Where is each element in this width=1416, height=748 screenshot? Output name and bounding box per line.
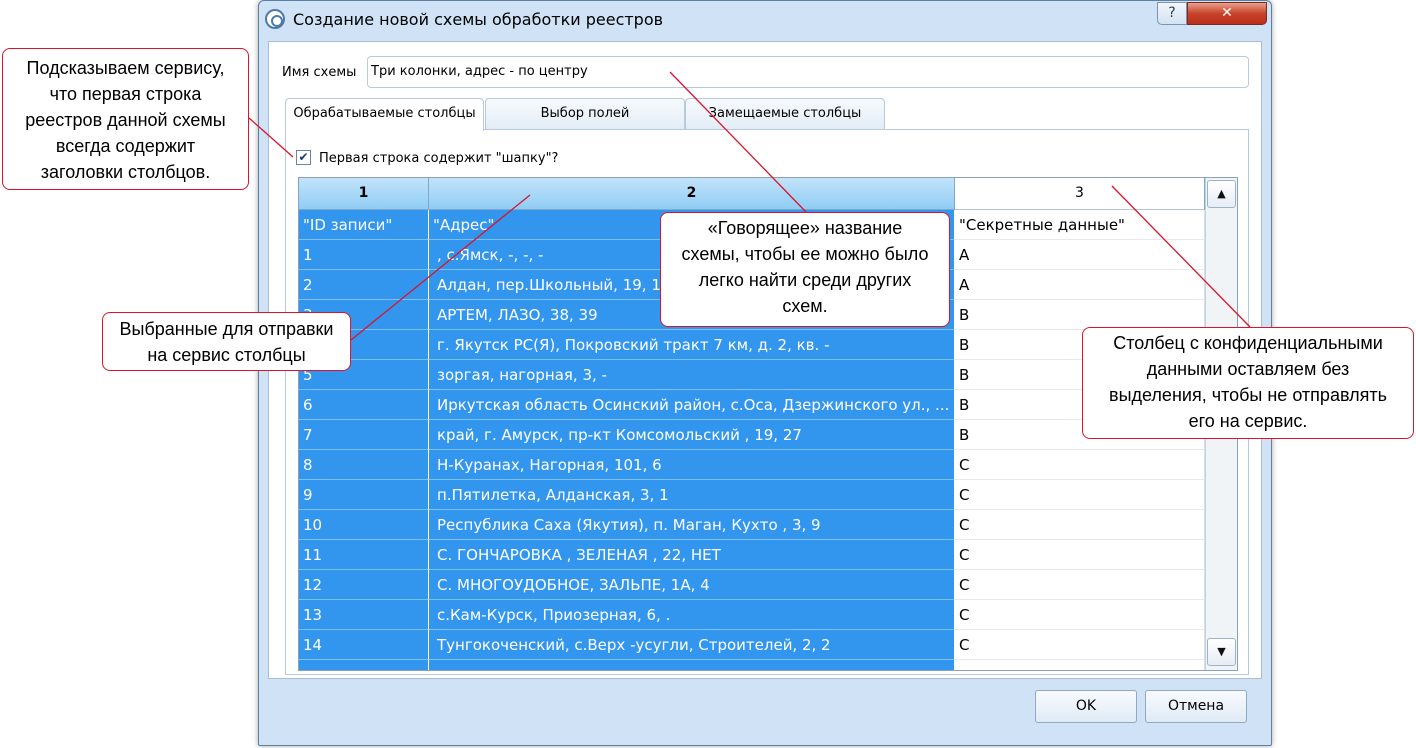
- close-icon: ✕: [1221, 5, 1233, 21]
- callout-confidential-column: Столбец с конфиденциальными данными оста…: [1082, 327, 1414, 439]
- table-row[interactable]: 9 п.Пятилетка, Алданская, 3, 1C: [299, 480, 1205, 510]
- column-header-1[interactable]: 1: [299, 178, 429, 210]
- callout-line: на сервис столбцы: [147, 345, 306, 365]
- callout-speaking-name: «Говорящее» название схемы, чтобы ее мож…: [660, 212, 950, 327]
- table-row[interactable]: 11 С. ГОНЧАРОВКА , ЗЕЛЕНАЯ , 22, НЕТ C: [299, 540, 1205, 570]
- callout-line: выделения, чтобы не отправлять: [1109, 385, 1387, 405]
- scroll-up-button[interactable]: ▲: [1207, 180, 1236, 208]
- grid-cell-col-2[interactable]: Иркутская область Осинский район, с.Оса,…: [429, 390, 955, 420]
- arrow-up-icon: ▲: [1217, 187, 1226, 200]
- header-row-checkbox[interactable]: ✔: [296, 150, 311, 165]
- grid-cell-col-3[interactable]: C: [955, 630, 1205, 660]
- arrow-down-icon: ▼: [1217, 645, 1226, 658]
- grid-cell-col-1[interactable]: 12: [299, 570, 429, 600]
- grid-cell-col-3[interactable]: A: [955, 240, 1205, 270]
- table-row[interactable]: 4г. Якутск РС(Я), Покровский тракт 7 км,…: [299, 330, 1205, 360]
- grid-cell-col-2[interactable]: п.Пятилетка, Алданская, 3, 1: [429, 480, 955, 510]
- grid-cell-col-1[interactable]: 13: [299, 600, 429, 630]
- grid-cell-col-2[interactable]: г. Якутск РС(Я), Покровский тракт 7 км, …: [429, 330, 955, 360]
- grid-cell-col-3[interactable]: C: [955, 600, 1205, 630]
- grid-cell-col-2[interactable]: Республика Саха (Якутия), п. Маган, Кухт…: [429, 510, 955, 540]
- callout-line: схемы, чтобы ее можно было: [681, 244, 929, 264]
- table-row[interactable]: 6 Иркутская область Осинский район, с.Оса…: [299, 390, 1205, 420]
- grid-cell-col-1[interactable]: 10: [299, 510, 429, 540]
- grid-cell-col-2[interactable]: С. ГОНЧАРОВКА , ЗЕЛЕНАЯ , 22, НЕТ: [429, 540, 955, 570]
- grid-cell-col-3[interactable]: C: [955, 480, 1205, 510]
- table-row[interactable]: 10 Республика Саха (Якутия), п. Маган, Ку…: [299, 510, 1205, 540]
- callout-line: что первая строка: [49, 84, 202, 104]
- checkmark-icon: ✔: [298, 150, 309, 164]
- callout-header-hint: Подсказываем сервису, что первая строка …: [2, 48, 249, 190]
- close-button[interactable]: ✕: [1187, 2, 1267, 25]
- grid-cell-col-2[interactable]: [429, 660, 955, 670]
- grid-cell-col-1[interactable]: 8: [299, 450, 429, 480]
- grid-cell-col-1[interactable]: 7: [299, 420, 429, 450]
- grid-cell-col-3[interactable]: [955, 660, 1205, 670]
- grid-cell-col-3[interactable]: "Секретные данные": [955, 210, 1205, 240]
- grid-cell-col-1[interactable]: 11: [299, 540, 429, 570]
- callout-line: его на сервис.: [1188, 411, 1308, 431]
- tab-field-selection[interactable]: Выбор полей: [485, 98, 685, 130]
- callout-line: Подсказываем сервису,: [26, 58, 225, 78]
- callout-line: заголовки столбцов.: [40, 162, 211, 182]
- app-logo-icon: [265, 9, 285, 29]
- grid-cell-col-2[interactable]: с.Кам-Курск, Приозерная, 6, .: [429, 600, 955, 630]
- column-header-3[interactable]: 3: [955, 178, 1205, 210]
- column-header-2[interactable]: 2: [429, 178, 955, 210]
- scroll-down-button[interactable]: ▼: [1207, 638, 1236, 666]
- table-row[interactable]: 5 зоргая, нагорная, 3, -B: [299, 360, 1205, 390]
- grid-cell-col-1[interactable]: "ID записи": [299, 210, 429, 240]
- ok-button[interactable]: OK: [1035, 690, 1137, 723]
- callout-line: Столбец с конфиденциальными: [1113, 333, 1383, 353]
- grid-cell-col-2[interactable]: Тунгокоченский, с.Верх -усугли, Строител…: [429, 630, 955, 660]
- callout-line: Выбранные для отправки: [119, 319, 334, 339]
- grid-cell-col-1[interactable]: 9: [299, 480, 429, 510]
- scheme-name-input[interactable]: Три колонки, адрес - по центру: [367, 56, 1249, 88]
- scheme-name-label: Имя схемы: [282, 65, 357, 80]
- tab-replaced-columns[interactable]: Замещаемые столбцы: [685, 98, 885, 130]
- grid-cell-col-1[interactable]: 14: [299, 630, 429, 660]
- table-row[interactable]: 13 с.Кам-Курск, Приозерная, 6, .C: [299, 600, 1205, 630]
- callout-line: «Говорящее» название: [707, 218, 903, 238]
- table-row[interactable]: 7 край, г. Амурск, пр-кт Комсомольский , …: [299, 420, 1205, 450]
- grid-cell-col-3[interactable]: A: [955, 270, 1205, 300]
- grid-cell-col-2[interactable]: зоргая, нагорная, 3, -: [429, 360, 955, 390]
- table-row[interactable]: 14 Тунгокоченский, с.Верх -усугли, Строит…: [299, 630, 1205, 660]
- grid-cell-col-2[interactable]: край, г. Амурск, пр-кт Комсомольский , 1…: [429, 420, 955, 450]
- grid-cell-col-2[interactable]: Н-Куранах, Нагорная, 101, 6: [429, 450, 955, 480]
- callout-line: реестров данной схемы: [25, 110, 226, 130]
- dialog-footer: OK Отмена: [259, 681, 1271, 741]
- callout-line: данными оставляем без: [1146, 359, 1350, 379]
- grid-cell-col-3[interactable]: C: [955, 570, 1205, 600]
- grid-cell-col-1[interactable]: 6: [299, 390, 429, 420]
- callout-line: всегда содержит: [55, 136, 196, 156]
- grid-cell-col-3[interactable]: C: [955, 540, 1205, 570]
- grid-cell-col-2[interactable]: С. МНОГОУДОБНОЕ, ЗАЛЬПЕ, 1А, 4: [429, 570, 955, 600]
- table-row[interactable]: 12 С. МНОГОУДОБНОЕ, ЗАЛЬПЕ, 1А, 4C: [299, 570, 1205, 600]
- header-row-checkbox-label[interactable]: Первая строка содержит "шапку"?: [319, 151, 558, 166]
- grid-cell-col-3[interactable]: C: [955, 450, 1205, 480]
- callout-line: схем.: [782, 296, 828, 316]
- tab-processed-columns[interactable]: Обрабатываемые столбцы: [285, 98, 484, 131]
- grid-cell-col-1[interactable]: 2: [299, 270, 429, 300]
- callout-selected-columns: Выбранные для отправки на сервис столбцы: [102, 312, 351, 371]
- grid-cell-col-3[interactable]: C: [955, 510, 1205, 540]
- table-row[interactable]: 8 Н-Куранах, Нагорная, 101, 6C: [299, 450, 1205, 480]
- grid-cell-col-1[interactable]: [299, 660, 429, 670]
- grid-cell-col-1[interactable]: 1: [299, 240, 429, 270]
- window-title: Создание новой схемы обработки реестров: [293, 10, 664, 29]
- cancel-button[interactable]: Отмена: [1145, 690, 1247, 723]
- callout-line: легко найти среди других: [698, 270, 912, 290]
- grid-cell-col-3[interactable]: B: [955, 300, 1205, 330]
- table-row[interactable]: [299, 660, 1205, 670]
- help-button[interactable]: ?: [1157, 2, 1187, 25]
- grid-column-headers: 1 2 3: [299, 178, 1205, 210]
- title-bar[interactable]: Создание новой схемы обработки реестров …: [259, 1, 1271, 39]
